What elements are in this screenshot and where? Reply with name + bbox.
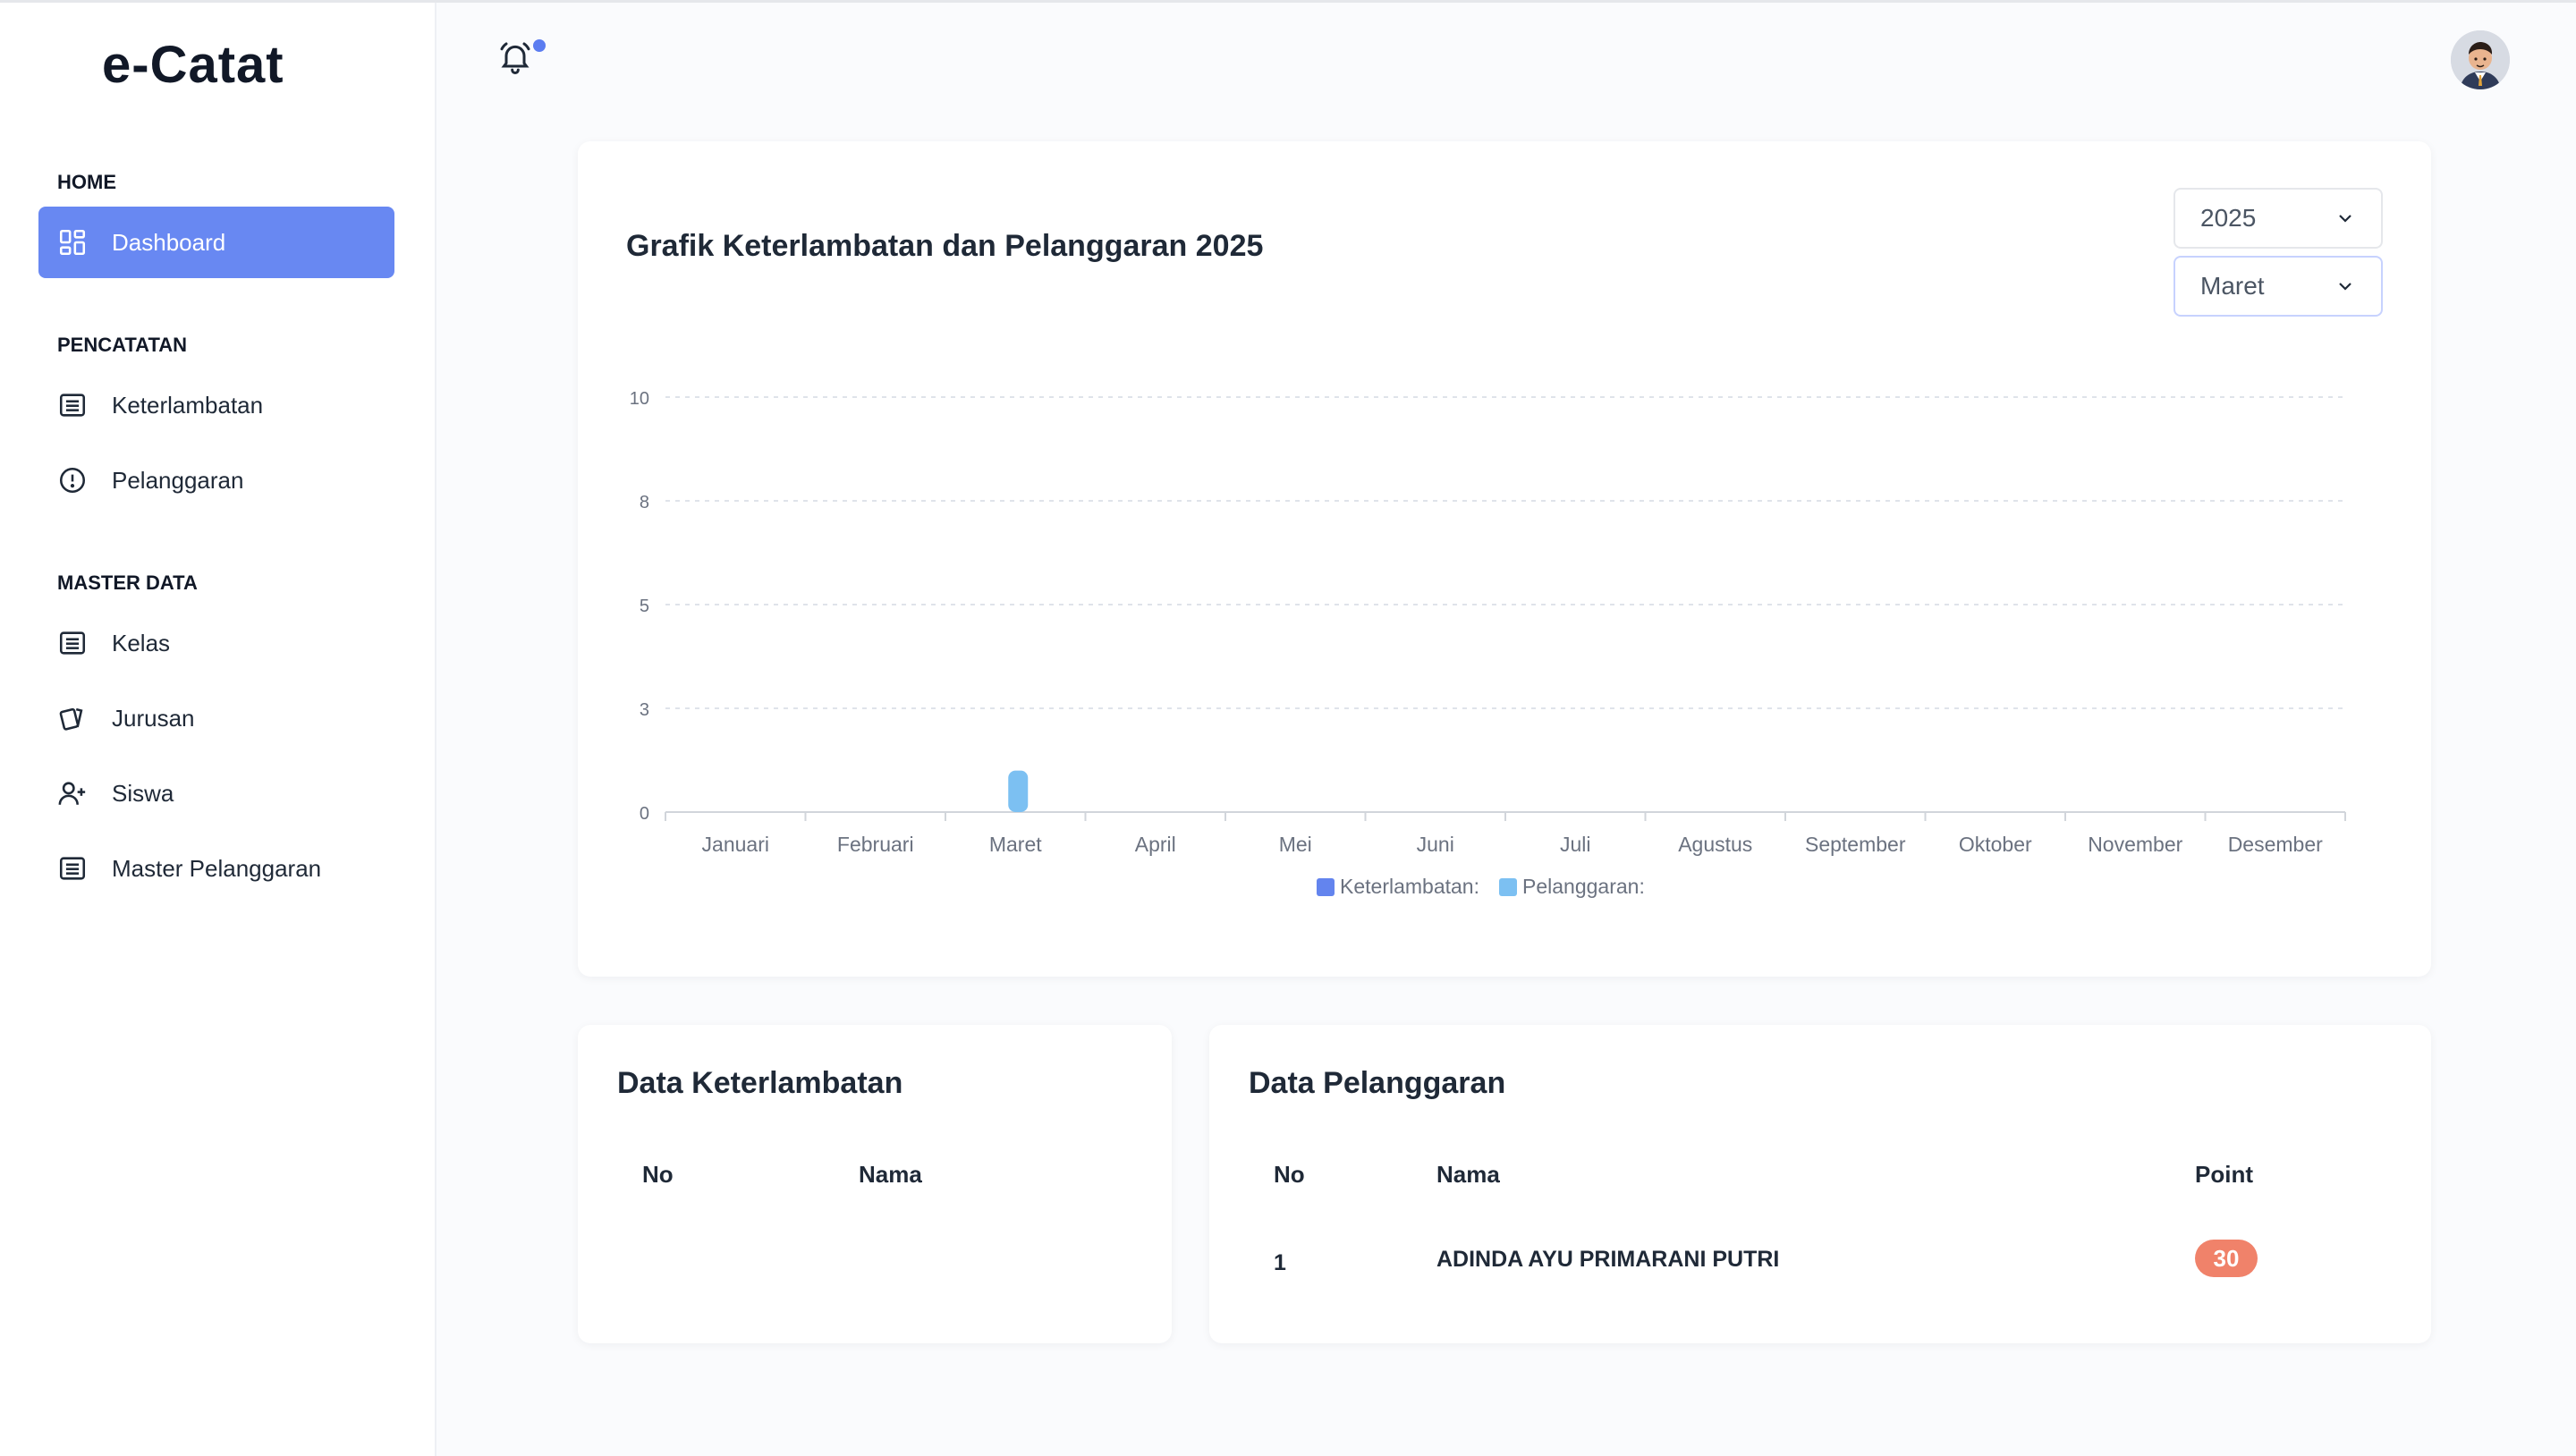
sidebar-item-master-pelanggaran[interactable]: Master Pelanggaran <box>38 833 394 904</box>
pelanggaran-table-title: Data Pelanggaran <box>1249 1066 1506 1100</box>
x-tick-label: April <box>1135 833 1176 856</box>
sidebar-item-siswa[interactable]: Siswa <box>38 758 394 829</box>
bar-chart: 0 3 5 8 10 Januari Februari Maret April Mei Juni Ju… <box>630 389 2346 898</box>
sidebar-item-jurusan[interactable]: Jurusan <box>38 682 394 754</box>
sidebar-item-dashboard[interactable]: Dashboard <box>38 207 394 278</box>
sidebar-item-label: Pelanggaran <box>112 466 244 494</box>
legend-label: Keterlambatan: <box>1340 875 1479 898</box>
column-header-nama: Nama <box>1436 1161 1500 1188</box>
y-tick-label: 3 <box>640 700 649 720</box>
x-tick-label: Februari <box>837 833 914 856</box>
sidebar-item-pelanggaran[interactable]: Pelanggaran <box>38 444 394 516</box>
y-tick-label: 0 <box>640 804 649 824</box>
pelanggaran-table-card: Data Pelanggaran No Nama Point 1 ADINDA … <box>1209 1025 2431 1343</box>
sidebar-item-keterlambatan[interactable]: Keterlambatan <box>38 369 394 441</box>
row-nama: ADINDA AYU PRIMARANI PUTRI <box>1436 1247 1780 1272</box>
x-tick-label: Agustus <box>1678 833 1752 856</box>
app-logo[interactable]: e-Catat <box>102 35 284 95</box>
x-tick-label: Januari <box>702 833 769 856</box>
x-tick-label: Juni <box>1417 833 1454 856</box>
legend-label: Pelanggaran: <box>1522 875 1645 898</box>
dashboard-icon <box>56 226 89 258</box>
sidebar: e-Catat HOME Dashboard PENCATATAN Keterl… <box>0 3 436 1456</box>
x-tick-label: November <box>2088 833 2182 856</box>
keterlambatan-table-title: Data Keterlambatan <box>617 1066 903 1100</box>
section-home: HOME <box>57 171 116 193</box>
bar <box>1008 770 1029 812</box>
column-header-nama: Nama <box>859 1161 922 1188</box>
alert-circle-icon <box>56 464 89 496</box>
x-tick-label: Desember <box>2228 833 2323 856</box>
legend-swatch <box>1499 878 1517 896</box>
y-tick-label: 5 <box>640 597 649 616</box>
row-no: 1 <box>1274 1250 1286 1275</box>
column-header-point: Point <box>2195 1161 2253 1188</box>
sidebar-item-label: Kelas <box>112 629 171 656</box>
point-badge: 30 <box>2195 1240 2258 1277</box>
chart-card: Grafik Keterlambatan dan Pelanggaran 202… <box>578 141 2431 977</box>
sidebar-item-label: Siswa <box>112 779 174 807</box>
keterlambatan-table-card: Data Keterlambatan No Nama <box>578 1025 1172 1343</box>
sidebar-item-label: Jurusan <box>112 704 195 732</box>
list-icon <box>56 627 89 659</box>
user-plus-icon <box>56 777 89 809</box>
x-tick-label: Mei <box>1279 833 1312 856</box>
sidebar-item-kelas[interactable]: Kelas <box>38 607 394 679</box>
y-tick-label: 10 <box>630 389 649 409</box>
cards-icon <box>56 702 89 734</box>
x-tick-label: Maret <box>989 833 1042 856</box>
sidebar-item-label: Dashboard <box>112 228 226 256</box>
column-header-no: No <box>642 1161 674 1188</box>
legend-swatch <box>1317 878 1335 896</box>
x-tick-label: September <box>1805 833 1906 856</box>
x-tick-label: Juli <box>1560 833 1591 856</box>
y-tick-label: 8 <box>640 493 649 512</box>
avatar[interactable] <box>2451 30 2510 89</box>
sidebar-item-label: Master Pelanggaran <box>112 854 322 882</box>
section-pencatatan: PENCATATAN <box>57 334 188 356</box>
list-icon <box>56 389 89 421</box>
list-icon <box>56 852 89 885</box>
sidebar-item-label: Keterlambatan <box>112 391 264 419</box>
column-header-no: No <box>1274 1161 1305 1188</box>
x-tick-label: Oktober <box>1959 833 2032 856</box>
notification-dot <box>533 39 546 52</box>
section-master-data: MASTER DATA <box>57 571 198 594</box>
